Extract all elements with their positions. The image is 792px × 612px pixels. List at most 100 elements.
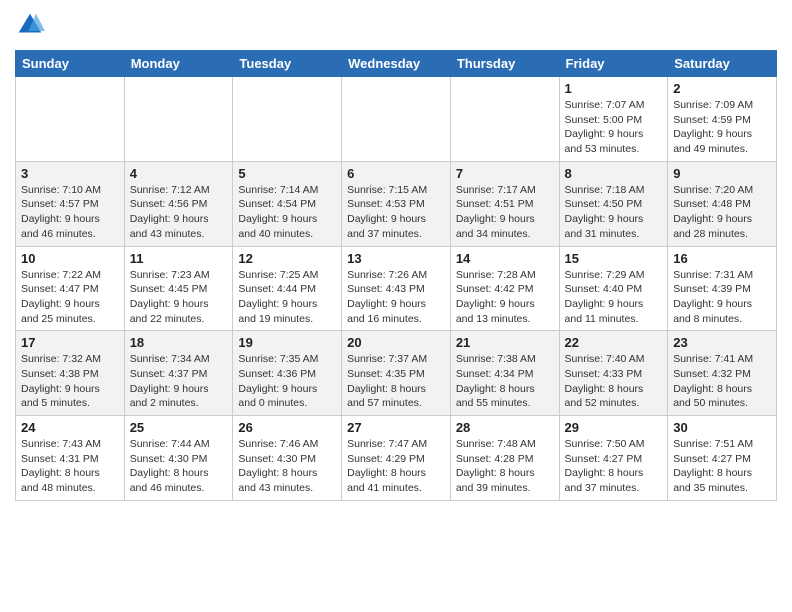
day-info: Sunrise: 7:35 AM Sunset: 4:36 PM Dayligh…: [238, 352, 336, 411]
day-cell: 2 Sunrise: 7:09 AM Sunset: 4:59 PM Daylig…: [668, 77, 777, 162]
day-cell: 18Sunrise: 7:34 AM Sunset: 4:37 PM Dayli…: [124, 331, 233, 416]
header-row: SundayMondayTuesdayWednesdayThursdayFrid…: [16, 51, 777, 77]
day-info: Sunrise: 7:28 AM Sunset: 4:42 PM Dayligh…: [456, 268, 554, 327]
day-cell: 7 Sunrise: 7:17 AM Sunset: 4:51 PM Daylig…: [450, 161, 559, 246]
calendar-container: SundayMondayTuesdayWednesdayThursdayFrid…: [0, 0, 792, 511]
day-cell: 10 Sunrise: 7:22 AM Sunset: 4:47 PM Dayli…: [16, 246, 125, 331]
day-number: 30: [673, 420, 771, 435]
day-number: 29: [565, 420, 663, 435]
day-info: Sunrise: 7:15 AM Sunset: 4:53 PM Dayligh…: [347, 183, 445, 242]
day-info: Sunrise: 7:50 AM Sunset: 4:27 PM Dayligh…: [565, 437, 663, 496]
day-number: 7: [456, 166, 554, 181]
col-header-monday: Monday: [124, 51, 233, 77]
day-info: Sunrise: 7:14 AM Sunset: 4:54 PM Dayligh…: [238, 183, 336, 242]
col-header-saturday: Saturday: [668, 51, 777, 77]
day-number: 19: [238, 335, 336, 350]
day-number: 2: [673, 81, 771, 96]
day-cell: [16, 77, 125, 162]
day-number: 5: [238, 166, 336, 181]
day-cell: 8 Sunrise: 7:18 AM Sunset: 4:50 PM Daylig…: [559, 161, 668, 246]
week-row-1: 3Sunrise: 7:10 AM Sunset: 4:57 PM Daylig…: [16, 161, 777, 246]
day-number: 1: [565, 81, 663, 96]
col-header-friday: Friday: [559, 51, 668, 77]
day-number: 6: [347, 166, 445, 181]
day-info: Sunrise: 7:43 AM Sunset: 4:31 PM Dayligh…: [21, 437, 119, 496]
day-number: 22: [565, 335, 663, 350]
day-cell: 22Sunrise: 7:40 AM Sunset: 4:33 PM Dayli…: [559, 331, 668, 416]
logo: [15, 10, 49, 40]
day-info: Sunrise: 7:41 AM Sunset: 4:32 PM Dayligh…: [673, 352, 771, 411]
day-cell: 19 Sunrise: 7:35 AM Sunset: 4:36 PM Dayli…: [233, 331, 342, 416]
week-row-3: 17 Sunrise: 7:32 AM Sunset: 4:38 PM Dayli…: [16, 331, 777, 416]
day-cell: 12 Sunrise: 7:25 AM Sunset: 4:44 PM Dayli…: [233, 246, 342, 331]
calendar-table: SundayMondayTuesdayWednesdayThursdayFrid…: [15, 50, 777, 501]
day-cell: 3Sunrise: 7:10 AM Sunset: 4:57 PM Daylig…: [16, 161, 125, 246]
day-info: Sunrise: 7:23 AM Sunset: 4:45 PM Dayligh…: [130, 268, 228, 327]
header: [15, 10, 777, 40]
day-info: Sunrise: 7:07 AM Sunset: 5:00 PM Dayligh…: [565, 98, 663, 157]
day-info: Sunrise: 7:22 AM Sunset: 4:47 PM Dayligh…: [21, 268, 119, 327]
day-number: 11: [130, 251, 228, 266]
day-info: Sunrise: 7:44 AM Sunset: 4:30 PM Dayligh…: [130, 437, 228, 496]
day-number: 13: [347, 251, 445, 266]
col-header-sunday: Sunday: [16, 51, 125, 77]
day-cell: 9 Sunrise: 7:20 AM Sunset: 4:48 PM Daylig…: [668, 161, 777, 246]
week-row-2: 10 Sunrise: 7:22 AM Sunset: 4:47 PM Dayli…: [16, 246, 777, 331]
day-number: 9: [673, 166, 771, 181]
day-cell: [124, 77, 233, 162]
day-cell: 4 Sunrise: 7:12 AM Sunset: 4:56 PM Daylig…: [124, 161, 233, 246]
day-info: Sunrise: 7:20 AM Sunset: 4:48 PM Dayligh…: [673, 183, 771, 242]
day-cell: 23 Sunrise: 7:41 AM Sunset: 4:32 PM Dayli…: [668, 331, 777, 416]
logo-icon: [15, 10, 45, 40]
day-info: Sunrise: 7:09 AM Sunset: 4:59 PM Dayligh…: [673, 98, 771, 157]
day-info: Sunrise: 7:51 AM Sunset: 4:27 PM Dayligh…: [673, 437, 771, 496]
day-info: Sunrise: 7:32 AM Sunset: 4:38 PM Dayligh…: [21, 352, 119, 411]
day-number: 12: [238, 251, 336, 266]
day-number: 4: [130, 166, 228, 181]
day-info: Sunrise: 7:18 AM Sunset: 4:50 PM Dayligh…: [565, 183, 663, 242]
day-info: Sunrise: 7:48 AM Sunset: 4:28 PM Dayligh…: [456, 437, 554, 496]
day-cell: 28 Sunrise: 7:48 AM Sunset: 4:28 PM Dayli…: [450, 416, 559, 501]
day-number: 17: [21, 335, 119, 350]
day-info: Sunrise: 7:10 AM Sunset: 4:57 PM Dayligh…: [21, 183, 119, 242]
day-cell: 14 Sunrise: 7:28 AM Sunset: 4:42 PM Dayli…: [450, 246, 559, 331]
day-cell: 13 Sunrise: 7:26 AM Sunset: 4:43 PM Dayli…: [342, 246, 451, 331]
week-row-4: 24 Sunrise: 7:43 AM Sunset: 4:31 PM Dayli…: [16, 416, 777, 501]
day-info: Sunrise: 7:25 AM Sunset: 4:44 PM Dayligh…: [238, 268, 336, 327]
day-cell: 11 Sunrise: 7:23 AM Sunset: 4:45 PM Dayli…: [124, 246, 233, 331]
col-header-wednesday: Wednesday: [342, 51, 451, 77]
day-number: 26: [238, 420, 336, 435]
day-number: 8: [565, 166, 663, 181]
day-cell: 24 Sunrise: 7:43 AM Sunset: 4:31 PM Dayli…: [16, 416, 125, 501]
day-number: 28: [456, 420, 554, 435]
day-info: Sunrise: 7:12 AM Sunset: 4:56 PM Dayligh…: [130, 183, 228, 242]
col-header-thursday: Thursday: [450, 51, 559, 77]
day-cell: 29 Sunrise: 7:50 AM Sunset: 4:27 PM Dayli…: [559, 416, 668, 501]
day-number: 23: [673, 335, 771, 350]
day-cell: [342, 77, 451, 162]
day-info: Sunrise: 7:26 AM Sunset: 4:43 PM Dayligh…: [347, 268, 445, 327]
day-cell: 1 Sunrise: 7:07 AM Sunset: 5:00 PM Daylig…: [559, 77, 668, 162]
day-number: 21: [456, 335, 554, 350]
day-cell: [233, 77, 342, 162]
day-number: 18: [130, 335, 228, 350]
day-number: 20: [347, 335, 445, 350]
day-number: 24: [21, 420, 119, 435]
day-info: Sunrise: 7:29 AM Sunset: 4:40 PM Dayligh…: [565, 268, 663, 327]
day-cell: 16Sunrise: 7:31 AM Sunset: 4:39 PM Dayli…: [668, 246, 777, 331]
day-cell: 15 Sunrise: 7:29 AM Sunset: 4:40 PM Dayli…: [559, 246, 668, 331]
day-info: Sunrise: 7:38 AM Sunset: 4:34 PM Dayligh…: [456, 352, 554, 411]
day-info: Sunrise: 7:46 AM Sunset: 4:30 PM Dayligh…: [238, 437, 336, 496]
calendar-body: 1 Sunrise: 7:07 AM Sunset: 5:00 PM Daylig…: [16, 77, 777, 501]
day-cell: 6 Sunrise: 7:15 AM Sunset: 4:53 PM Daylig…: [342, 161, 451, 246]
day-cell: [450, 77, 559, 162]
day-number: 15: [565, 251, 663, 266]
day-cell: 5 Sunrise: 7:14 AM Sunset: 4:54 PM Daylig…: [233, 161, 342, 246]
day-number: 25: [130, 420, 228, 435]
day-number: 14: [456, 251, 554, 266]
day-info: Sunrise: 7:17 AM Sunset: 4:51 PM Dayligh…: [456, 183, 554, 242]
day-number: 10: [21, 251, 119, 266]
day-cell: 30 Sunrise: 7:51 AM Sunset: 4:27 PM Dayli…: [668, 416, 777, 501]
day-info: Sunrise: 7:47 AM Sunset: 4:29 PM Dayligh…: [347, 437, 445, 496]
day-cell: 21 Sunrise: 7:38 AM Sunset: 4:34 PM Dayli…: [450, 331, 559, 416]
